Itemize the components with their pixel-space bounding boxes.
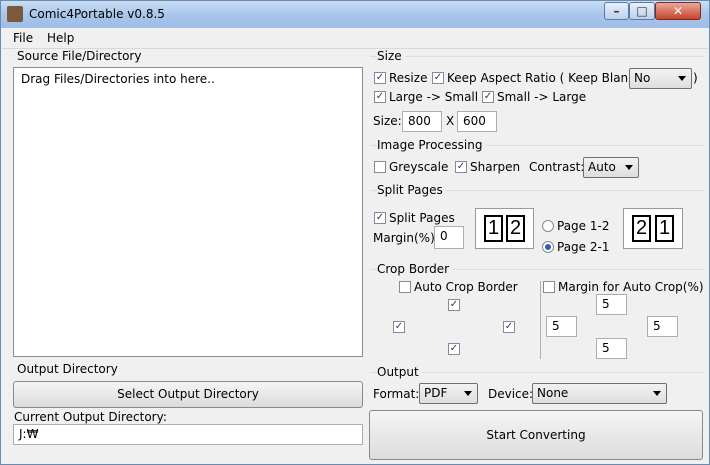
size-label: Size: bbox=[373, 114, 402, 128]
device-value: None bbox=[537, 386, 569, 400]
crop-margin-left-input[interactable]: 5 bbox=[546, 316, 577, 337]
maximize-button[interactable]: □ bbox=[629, 2, 655, 20]
split-pages-checkbox[interactable]: ✓ bbox=[374, 212, 386, 224]
keep-blank-value: No bbox=[634, 71, 651, 85]
size-x-label: X bbox=[446, 114, 455, 128]
output-dir-label: Output Directory bbox=[17, 362, 118, 376]
page-order-12-icon: 1 2 bbox=[475, 208, 534, 249]
menu-file[interactable]: File bbox=[13, 31, 33, 45]
sharpen-label: Sharpen bbox=[470, 160, 521, 174]
close-button[interactable]: ✕ bbox=[655, 2, 701, 20]
app-window: Comic4Portable v0.8.5 – □ ✕ File Help So… bbox=[0, 0, 710, 465]
sharpen-checkbox[interactable]: ✓ bbox=[455, 161, 467, 173]
split-pages-label: Split Pages bbox=[389, 211, 455, 225]
crop-bottom-checkbox[interactable]: ✓ bbox=[448, 343, 460, 355]
page-2-1-radio[interactable] bbox=[542, 241, 554, 253]
image-processing-label: Image Processing bbox=[377, 138, 486, 152]
crop-margin-bottom-input[interactable]: 5 bbox=[596, 338, 627, 359]
current-output-dir-label: Current Output Directory: bbox=[14, 410, 167, 424]
page-1-2-radio[interactable] bbox=[542, 220, 554, 232]
page-2-1-label: Page 2-1 bbox=[557, 240, 610, 254]
contrast-label: Contrast: bbox=[529, 160, 585, 174]
device-select[interactable]: None bbox=[532, 383, 667, 404]
source-drop-area[interactable]: Drag Files/Directories into here.. bbox=[13, 67, 363, 357]
app-icon bbox=[7, 6, 23, 22]
format-label: Format: bbox=[373, 387, 420, 401]
device-label: Device: bbox=[488, 387, 534, 401]
crop-border-group-label: Crop Border bbox=[377, 262, 453, 276]
output-group-label: Output bbox=[377, 365, 422, 379]
source-label: Source File/Directory bbox=[17, 49, 142, 63]
minimize-button[interactable]: – bbox=[604, 2, 629, 20]
resize-label: Resize bbox=[389, 71, 428, 85]
title-bar[interactable]: Comic4Portable v0.8.5 – □ ✕ bbox=[1, 1, 709, 28]
chevron-down-icon bbox=[625, 165, 633, 170]
margin-auto-crop-checkbox[interactable] bbox=[543, 281, 555, 293]
crop-divider bbox=[540, 281, 541, 359]
keep-blank-select[interactable]: No bbox=[629, 68, 692, 89]
keep-aspect-label: Keep Aspect Ratio ( Keep Blank: bbox=[447, 71, 640, 85]
format-value: PDF bbox=[424, 386, 448, 400]
menu-help[interactable]: Help bbox=[47, 31, 74, 45]
page-1-2-label: Page 1-2 bbox=[557, 219, 610, 233]
crop-top-checkbox[interactable]: ✓ bbox=[448, 299, 460, 311]
keep-blank-close-paren: ) bbox=[693, 71, 698, 85]
format-select[interactable]: PDF bbox=[419, 383, 478, 404]
current-output-dir-field[interactable]: J:₩ bbox=[13, 424, 363, 445]
chevron-down-icon bbox=[464, 391, 472, 396]
contrast-select[interactable]: Auto bbox=[583, 157, 639, 178]
split-margin-input[interactable]: 0 bbox=[434, 226, 464, 249]
greyscale-checkbox[interactable] bbox=[374, 161, 386, 173]
page-order-12-first: 1 bbox=[484, 215, 503, 242]
chevron-down-icon bbox=[678, 76, 686, 81]
menu-bar: File Help bbox=[2, 28, 708, 49]
crop-margin-right-input[interactable]: 5 bbox=[647, 316, 678, 337]
resize-checkbox[interactable]: ✓ bbox=[374, 72, 386, 84]
margin-auto-crop-label: Margin for Auto Crop(%) bbox=[558, 280, 704, 294]
crop-margin-top-input[interactable]: 5 bbox=[596, 294, 627, 315]
small-large-label: Small -> Large bbox=[497, 90, 587, 104]
large-small-checkbox[interactable]: ✓ bbox=[374, 91, 386, 103]
page-order-12-second: 2 bbox=[506, 215, 525, 242]
page-order-21-first: 2 bbox=[632, 215, 651, 242]
page-order-21-icon: 2 1 bbox=[623, 208, 683, 249]
source-placeholder: Drag Files/Directories into here.. bbox=[21, 72, 215, 86]
keep-aspect-checkbox[interactable]: ✓ bbox=[432, 72, 444, 84]
window-title: Comic4Portable v0.8.5 bbox=[29, 7, 165, 21]
select-output-dir-button[interactable]: Select Output Directory bbox=[13, 381, 363, 408]
start-converting-button[interactable]: Start Converting bbox=[369, 410, 703, 460]
crop-left-checkbox[interactable]: ✓ bbox=[393, 321, 405, 333]
size-group bbox=[370, 56, 703, 57]
small-large-checkbox[interactable]: ✓ bbox=[482, 91, 494, 103]
height-input[interactable]: 600 bbox=[457, 111, 497, 132]
large-small-label: Large -> Small bbox=[389, 90, 479, 104]
contrast-value: Auto bbox=[588, 160, 616, 174]
greyscale-label: Greyscale bbox=[389, 160, 449, 174]
crop-right-checkbox[interactable]: ✓ bbox=[503, 321, 515, 333]
split-pages-group-label: Split Pages bbox=[377, 183, 446, 197]
width-input[interactable]: 800 bbox=[402, 111, 442, 132]
split-margin-label: Margin(%): bbox=[373, 231, 439, 245]
auto-crop-label: Auto Crop Border bbox=[414, 280, 518, 294]
chevron-down-icon bbox=[653, 391, 661, 396]
auto-crop-checkbox[interactable] bbox=[399, 281, 411, 293]
page-order-21-second: 1 bbox=[655, 215, 674, 242]
size-group-label: Size bbox=[377, 49, 405, 63]
